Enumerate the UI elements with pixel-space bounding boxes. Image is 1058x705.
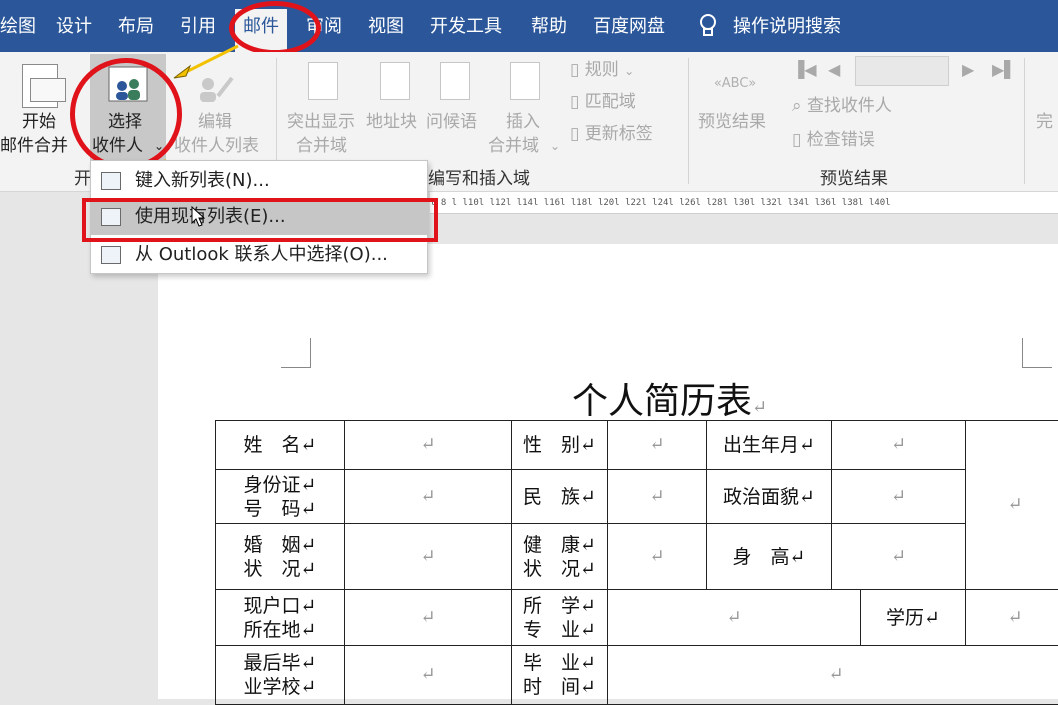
menu-item-outlook-contacts[interactable]: 从 Outlook 联系人中选择(O)... bbox=[91, 237, 427, 273]
match-fields-label: 匹配域 bbox=[584, 92, 636, 112]
match-fields-icon: ▯ bbox=[570, 92, 580, 112]
match-fields-button: ▯ 匹配域 bbox=[570, 90, 636, 114]
table-cell: 毕 业↵ 时 间↵ bbox=[511, 645, 608, 705]
highlight-rect-use-existing-list bbox=[82, 198, 438, 242]
rules-button: ▯ 规则 ⌄ bbox=[570, 58, 634, 83]
document-title: 个人简历表↵ bbox=[572, 372, 767, 424]
table-cell[interactable]: ↵ bbox=[344, 469, 512, 524]
last-record-icon: ▶▌ bbox=[992, 60, 1017, 79]
find-recipient-button: ⌕ 查找收件人 bbox=[792, 94, 892, 118]
photo-cell[interactable]: ↵ bbox=[965, 420, 1058, 590]
tab-design[interactable]: 设计 bbox=[56, 12, 92, 42]
finish-merge-label: 完 bbox=[1036, 112, 1053, 132]
find-recipient-label: 查找收件人 bbox=[806, 96, 892, 116]
greeting-line-label: 问候语 bbox=[426, 112, 477, 132]
paragraph-mark: ↵ bbox=[752, 397, 768, 418]
address-block-label: 地址块 bbox=[366, 112, 417, 132]
table-cell[interactable]: ↵ bbox=[831, 523, 966, 590]
insert-field-icon bbox=[510, 62, 540, 100]
lightbulb-icon bbox=[698, 12, 718, 42]
highlight-fields-icon bbox=[308, 62, 338, 100]
tab-view[interactable]: 视图 bbox=[368, 12, 404, 42]
menu-item-label: 从 Outlook 联系人中选择(O)... bbox=[135, 244, 388, 265]
document-title-text: 个人简历表 bbox=[572, 381, 753, 422]
preview-results-label: 预览结果 bbox=[698, 112, 766, 132]
table-cell: 身份证↵ 号 码↵ bbox=[215, 469, 345, 524]
highlight-fields-label-2: 合并域 bbox=[296, 136, 347, 156]
table-cell: 学历↵ bbox=[860, 589, 966, 646]
update-labels-button: ▯ 更新标签 bbox=[570, 122, 653, 146]
table-cell: 最后毕↵ 业学校↵ bbox=[215, 645, 345, 705]
new-list-icon bbox=[101, 172, 121, 190]
tab-help[interactable]: 帮助 bbox=[531, 12, 567, 42]
tab-references[interactable]: 引用 bbox=[180, 12, 216, 42]
menu-item-label: 键入新列表(N)... bbox=[135, 170, 270, 191]
separator bbox=[1024, 58, 1025, 184]
start-merge-label-2[interactable]: 邮件合并 bbox=[0, 134, 68, 158]
table-cell[interactable]: ↵ bbox=[607, 589, 861, 646]
check-errors-label: 检查错误 bbox=[806, 130, 875, 150]
table-cell[interactable]: ↵ bbox=[607, 523, 707, 590]
start-merge-label-1[interactable]: 开始 bbox=[22, 110, 56, 134]
separator bbox=[688, 58, 689, 184]
insert-field-label-1: 插入 bbox=[506, 112, 540, 132]
horizontal-ruler: l 8 l l10l l12l l14l l16l l18l l20l l22l… bbox=[430, 192, 1058, 214]
table-cell[interactable]: ↵ bbox=[607, 645, 1058, 705]
check-errors-button: ▯ 检查错误 bbox=[792, 128, 875, 152]
contact-card-icon bbox=[101, 246, 121, 264]
record-number-input bbox=[855, 56, 949, 86]
table-cell[interactable]: ↵ bbox=[607, 469, 707, 524]
check-errors-icon: ▯ bbox=[792, 130, 802, 150]
group-label-preview: 预览结果 bbox=[820, 169, 888, 189]
table-cell: 性 别↵ bbox=[511, 420, 608, 470]
table-cell: 婚 姻↵ 状 况↵ bbox=[215, 523, 345, 590]
chevron-down-icon: ⌄ bbox=[624, 64, 635, 78]
first-record-icon: ▐◀ bbox=[792, 60, 817, 79]
rules-icon: ▯ bbox=[570, 60, 580, 80]
ribbon-tab-bar: 绘图 设计 布局 引用 邮件 审阅 视图 开发工具 帮助 百度网盘 操作说明搜索 bbox=[0, 0, 1058, 52]
search-icon: ⌕ bbox=[792, 96, 802, 116]
insert-field-label-2: 合并域 bbox=[488, 136, 539, 156]
table-cell: 健 康↵ 状 况↵ bbox=[511, 523, 608, 590]
update-labels-label: 更新标签 bbox=[584, 124, 653, 144]
table-cell[interactable]: ↵ bbox=[344, 523, 512, 590]
table-cell: 所 学↵ 专 业↵ bbox=[511, 589, 608, 646]
update-labels-icon: ▯ bbox=[570, 124, 580, 144]
table-cell: 民 族↵ bbox=[511, 469, 608, 524]
margin-corner-mark bbox=[281, 338, 311, 368]
table-cell: 现户口↵ 所在地↵ bbox=[215, 589, 345, 646]
table-cell[interactable]: ↵ bbox=[607, 420, 707, 470]
table-cell[interactable]: ↵ bbox=[344, 589, 512, 646]
mouse-cursor-icon bbox=[191, 206, 206, 227]
previous-record-icon: ◀ bbox=[828, 60, 841, 79]
tab-layout[interactable]: 布局 bbox=[118, 12, 154, 42]
table-cell[interactable]: ↵ bbox=[344, 420, 512, 470]
table-cell: 姓 名↵ bbox=[215, 420, 345, 470]
table-cell: 身 高↵ bbox=[706, 523, 832, 590]
tab-baidu-netdisk[interactable]: 百度网盘 bbox=[593, 12, 665, 42]
margin-corner-mark bbox=[1022, 338, 1052, 368]
highlight-fields-label-1: 突出显示 bbox=[287, 112, 355, 132]
table-cell: 出生年月↵ bbox=[706, 420, 832, 470]
tab-draw[interactable]: 绘图 bbox=[0, 12, 36, 42]
table-cell[interactable]: ↵ bbox=[831, 420, 966, 470]
rules-label: 规则 bbox=[584, 60, 619, 80]
group-label-write-insert: 编写和插入域 bbox=[428, 169, 530, 189]
preview-results-icon: «ABC» bbox=[713, 76, 757, 91]
menu-item-type-new-list[interactable]: 键入新列表(N)... bbox=[91, 163, 427, 199]
table-cell[interactable]: ↵ bbox=[344, 645, 512, 705]
chevron-down-icon: ⌄ bbox=[550, 139, 561, 153]
table-cell[interactable]: ↵ bbox=[831, 469, 966, 524]
tell-me-search[interactable]: 操作说明搜索 bbox=[733, 12, 841, 42]
table-cell[interactable]: ↵ bbox=[965, 589, 1058, 646]
table-cell: 政治面貌↵ bbox=[706, 469, 832, 524]
next-record-icon: ▶ bbox=[962, 60, 975, 79]
tab-developer[interactable]: 开发工具 bbox=[430, 12, 502, 42]
greeting-line-icon bbox=[440, 62, 470, 100]
address-block-icon bbox=[380, 62, 410, 100]
group-label-start: 开 bbox=[74, 169, 91, 189]
